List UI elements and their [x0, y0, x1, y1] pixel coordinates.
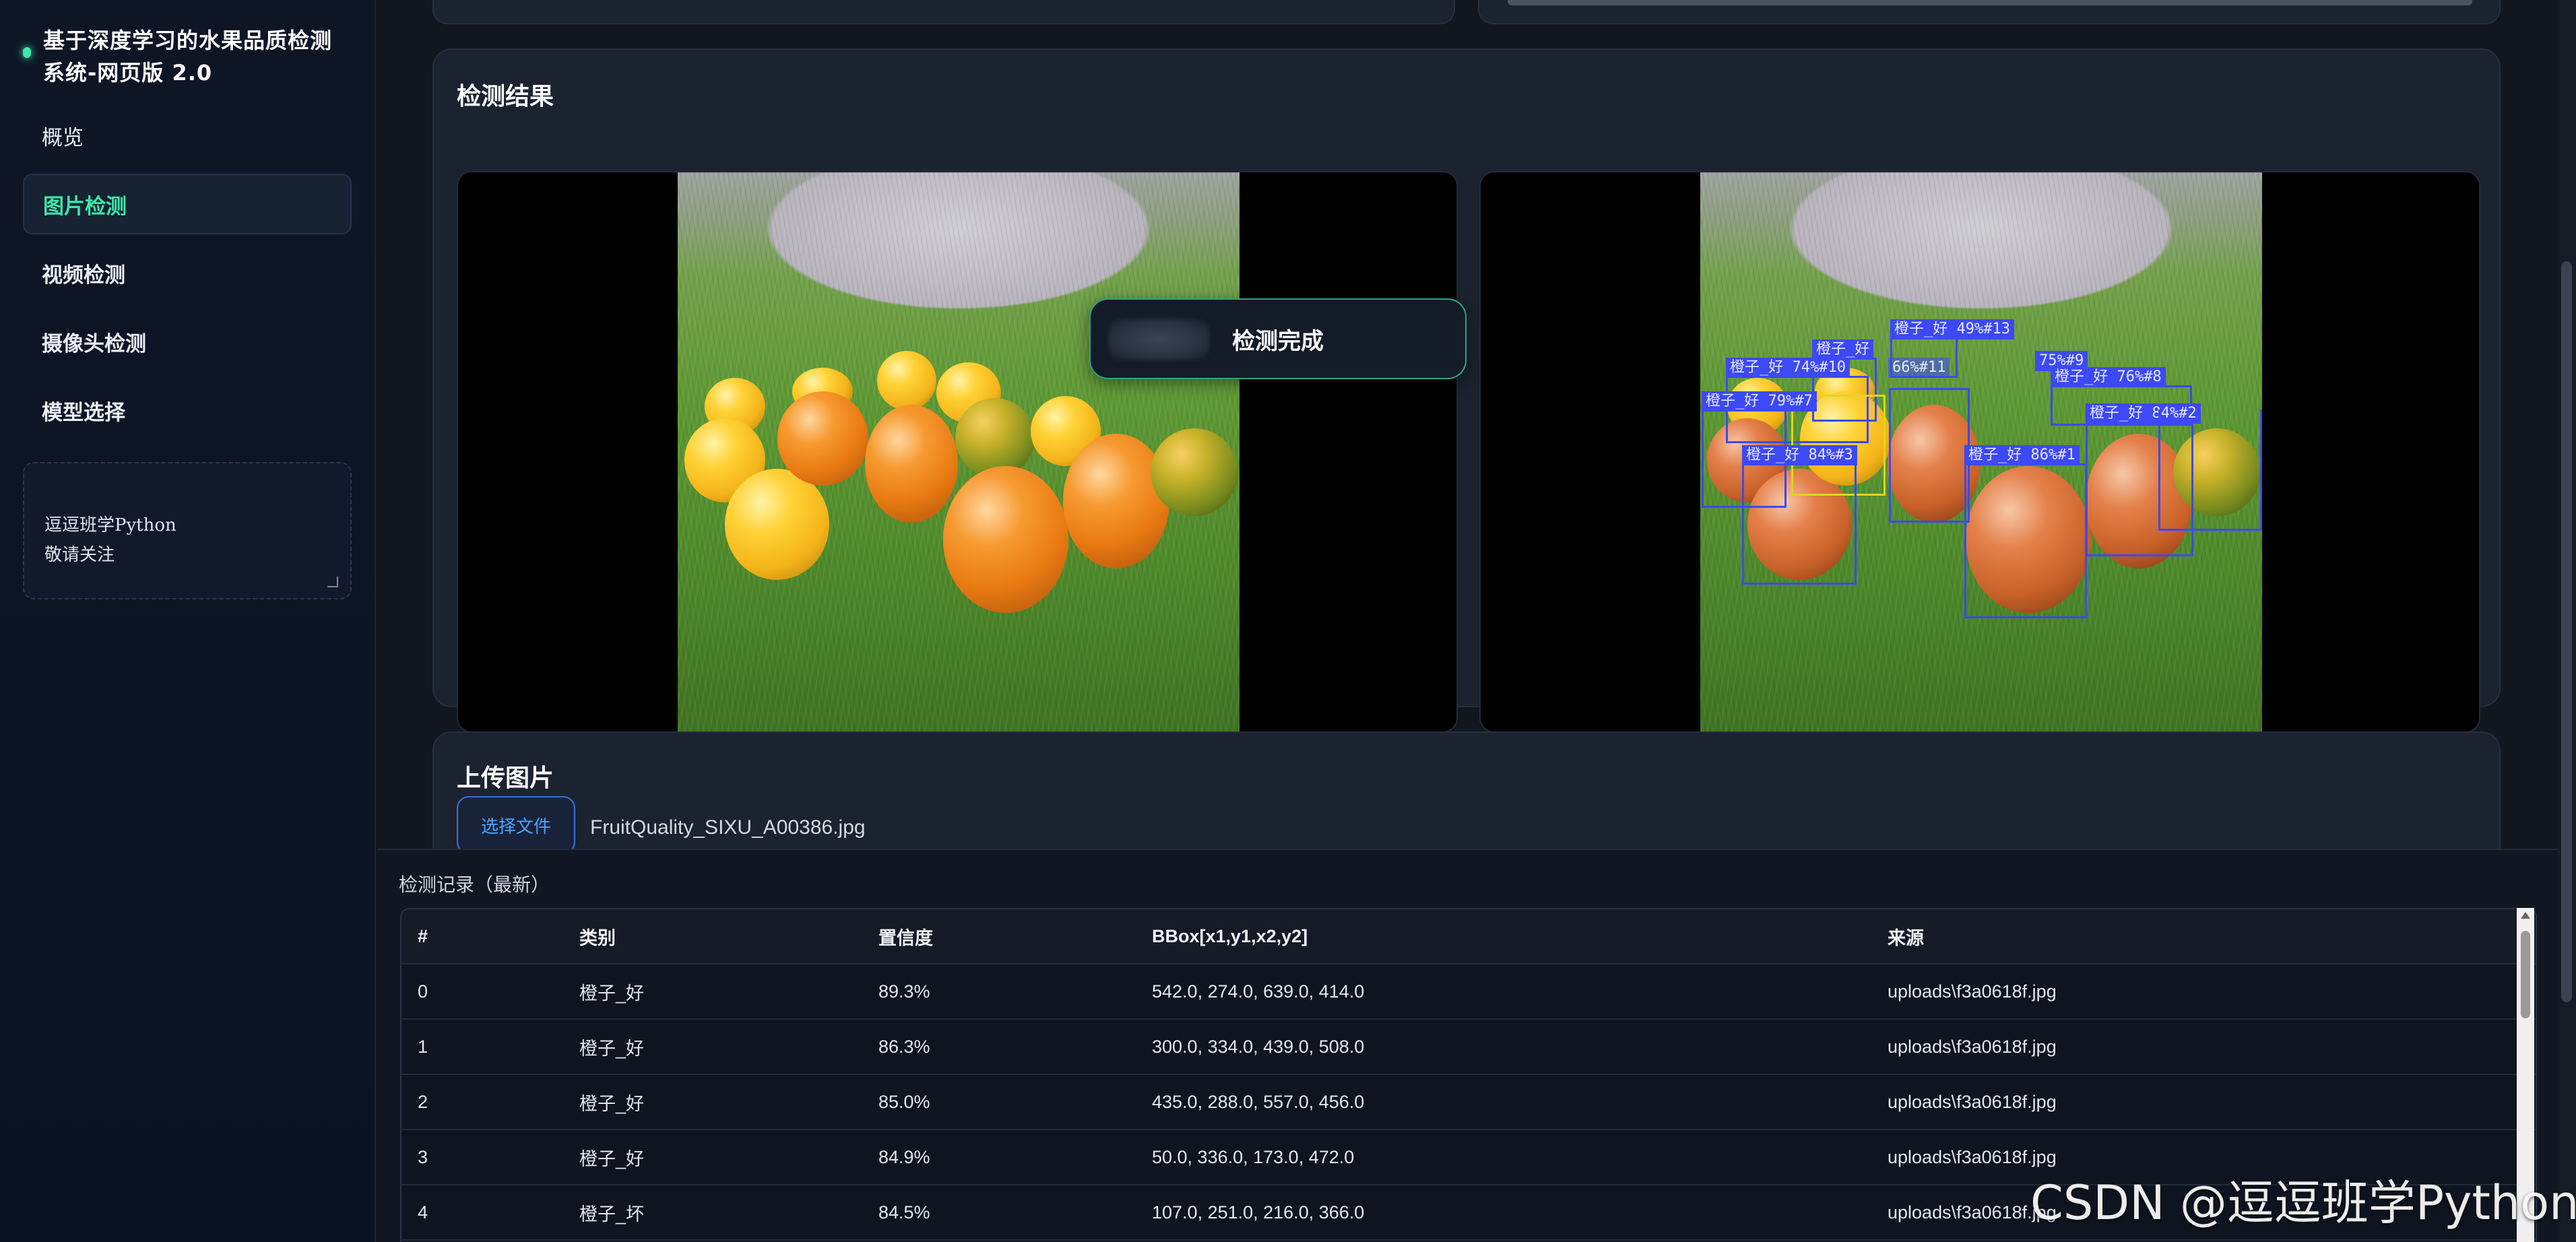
detection-label: 橙子_好 86%#1 — [1964, 445, 2080, 465]
cell-source: uploads\f3a0618f.jpg — [1888, 981, 2057, 1002]
fruit — [943, 466, 1068, 613]
table-row[interactable]: 0 橙子_好 89.3% 542.0, 274.0, 639.0, 414.0 … — [401, 965, 2536, 1020]
cell-index: 0 — [418, 981, 428, 1002]
cell-class: 橙子_好 — [579, 1093, 645, 1114]
detection-box: 橙子_好 86%#1 — [1964, 445, 2087, 618]
column-header-bbox[interactable]: BBox[x1,y1,x2,y2] — [1152, 926, 1308, 947]
cell-confidence: 84.9% — [878, 1146, 930, 1167]
slider-track[interactable] — [1508, 0, 2472, 5]
sidebar-nav: 概览 图片检测 视频检测 摄像头检测 模型选择 — [23, 105, 352, 449]
app-title: 基于深度学习的水果品质检测系统-网页版 2.0 — [43, 28, 333, 86]
result-image: 橙子_好 49%#13 橙子_好 66%#11 75%#9 橙子_好 74%#1… — [1700, 172, 2262, 731]
cell-bbox: 107.0, 251.0, 216.0, 366.0 — [1152, 1202, 1365, 1222]
cell-index: 4 — [418, 1202, 428, 1222]
page-scrollbar[interactable] — [2557, 0, 2576, 1242]
original-image — [678, 172, 1239, 731]
cell-class: 橙子_好 — [579, 1148, 645, 1169]
result-image-panel: 橙子_好 49%#13 橙子_好 66%#11 75%#9 橙子_好 74%#1… — [1479, 171, 2480, 733]
detection-label: 66%#11 — [1888, 358, 1950, 378]
fruit — [877, 351, 936, 410]
table-row[interactable]: 1 橙子_好 86.3% 300.0, 334.0, 439.0, 508.0 … — [401, 1020, 2536, 1075]
settings-panel-left — [432, 0, 1455, 24]
cell-bbox: 50.0, 336.0, 173.0, 472.0 — [1152, 1146, 1355, 1167]
cell-class: 橙子_坏 — [579, 1204, 645, 1224]
detection-label: 橙子_好 76%#8 — [2051, 367, 2166, 387]
status-dot-icon — [23, 47, 31, 58]
detection-label: 橙子_好 79%#7 — [1702, 391, 1817, 412]
detection-box: 橙子_好 84%#3 — [1742, 445, 1857, 585]
detection-label: 橙子_好 74%#10 — [1726, 358, 1850, 378]
sidebar-item-model-select[interactable]: 模型选择 — [23, 380, 352, 440]
fruit — [725, 469, 829, 580]
settings-panel-right — [1478, 0, 2501, 24]
records-title: 检测记录（最新） — [399, 874, 550, 896]
sidebar-item-image-detection[interactable]: 图片检测 — [23, 174, 352, 234]
table-row[interactable]: 2 橙子_好 85.0% 435.0, 288.0, 557.0, 456.0 … — [401, 1075, 2536, 1130]
page-scroll-thumb[interactable] — [2561, 261, 2572, 1002]
choose-file-button[interactable]: 选择文件 — [457, 796, 575, 854]
detection-box — [2158, 410, 2262, 531]
notes-text: 逗逗班学Python 敬请关注 — [44, 515, 176, 565]
cell-confidence: 89.3% — [878, 981, 930, 1002]
cell-confidence: 85.0% — [878, 1091, 930, 1112]
detection-complete-toast: 检测完成 — [1089, 298, 1467, 379]
upload-title: 上传图片 — [457, 764, 554, 792]
cell-source: uploads\f3a0618f.jpg — [1888, 1036, 2057, 1057]
cell-index: 1 — [418, 1036, 428, 1057]
cell-source: uploads\f3a0618f.jpg — [1888, 1146, 2057, 1167]
brand: 基于深度学习的水果品质检测系统-网页版 2.0 — [23, 24, 353, 89]
selected-filename: FruitQuality_SIXU_A00386.jpg — [590, 816, 866, 839]
detection-label: 橙子_好 49%#13 — [1890, 319, 2014, 339]
fruit — [1151, 428, 1238, 516]
table-header: # 类别 置信度 BBox[x1,y1,x2,y2] 来源 — [401, 909, 2536, 965]
notes-textarea[interactable]: 逗逗班学Python 敬请关注 — [23, 462, 352, 599]
cell-confidence: 84.5% — [878, 1202, 930, 1222]
detection-box — [1889, 388, 1970, 523]
table-scroll-thumb[interactable] — [2521, 931, 2530, 1018]
column-header-confidence[interactable]: 置信度 — [878, 923, 933, 950]
column-header-source[interactable]: 来源 — [1888, 923, 1924, 950]
fruit — [955, 398, 1035, 478]
cell-class: 橙子_好 — [579, 1038, 645, 1059]
sidebar: 基于深度学习的水果品质检测系统-网页版 2.0 概览 图片检测 视频检测 摄像头… — [0, 0, 376, 1242]
column-header-class[interactable]: 类别 — [579, 923, 616, 950]
fruit — [1063, 434, 1169, 568]
cell-bbox: 435.0, 288.0, 557.0, 456.0 — [1152, 1091, 1365, 1112]
cell-class: 橙子_好 — [579, 983, 645, 1004]
cell-confidence: 86.3% — [878, 1036, 930, 1057]
detection-label: 橙子_好 84%#3 — [1742, 445, 1857, 465]
cell-index: 3 — [418, 1146, 428, 1167]
fruit — [865, 405, 958, 523]
sidebar-item-overview[interactable]: 概览 — [23, 105, 352, 166]
cell-bbox: 542.0, 274.0, 639.0, 414.0 — [1152, 981, 1365, 1002]
results-title: 检测结果 — [457, 83, 554, 110]
cell-source: uploads\f3a0618f.jpg — [1888, 1091, 2057, 1112]
scroll-up-icon[interactable] — [2521, 912, 2530, 919]
results-card: 检测结果 橙子_好 49%#13 橙子_好 66%#11 75%#9 橙子_好 … — [432, 48, 2501, 733]
resize-handle-icon[interactable] — [327, 577, 338, 587]
original-image-panel — [457, 171, 1458, 733]
toast-message: 检测完成 — [1232, 327, 1324, 355]
detection-label: 橙子_好 — [1812, 339, 1874, 360]
cell-bbox: 300.0, 334.0, 439.0, 508.0 — [1152, 1036, 1365, 1057]
watermark: CSDN @逗逗班学Python — [2030, 1175, 2576, 1231]
detection-box: 66%#11 — [1888, 358, 1985, 388]
fruit — [777, 391, 868, 486]
column-header-index[interactable]: # — [418, 926, 428, 947]
cell-index: 2 — [418, 1091, 428, 1112]
sidebar-item-camera-detection[interactable]: 摄像头检测 — [23, 311, 352, 372]
sidebar-item-video-detection[interactable]: 视频检测 — [23, 242, 352, 303]
